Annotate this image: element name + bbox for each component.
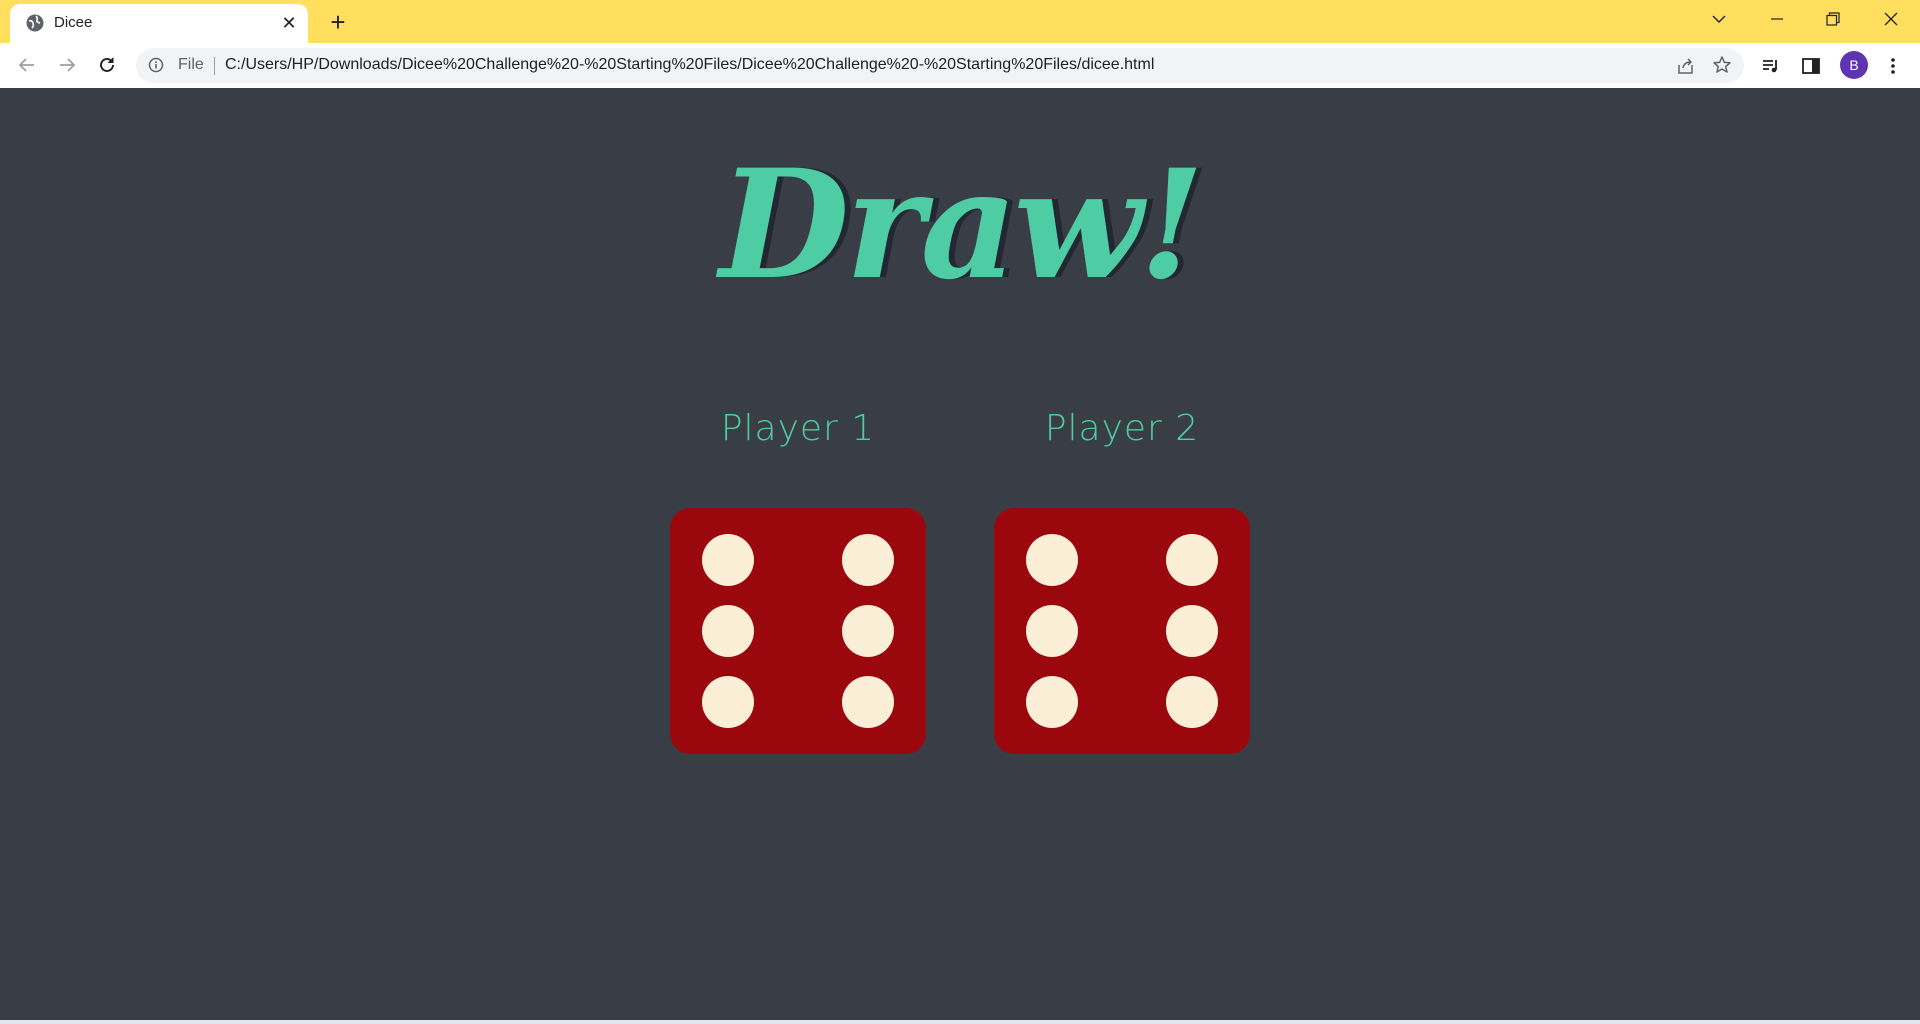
page-viewport: Draw! Player 1 Player 2	[0, 88, 1920, 1020]
die-pip	[1166, 676, 1218, 728]
browser-toolbar: File C:/Users/HP/Downloads/Dicee%20Chall…	[0, 43, 1920, 88]
player-1-die	[670, 508, 926, 754]
tab-title: Dicee	[54, 14, 93, 31]
window-bottom-edge	[0, 1020, 1920, 1024]
result-heading: Draw!	[719, 137, 1204, 313]
back-arrow-icon	[18, 58, 34, 72]
url-text[interactable]: C:/Users/HP/Downloads/Dicee%20Challenge%…	[225, 56, 1154, 74]
restore-button[interactable]	[1810, 0, 1856, 38]
die-pip	[1026, 534, 1078, 586]
globe-icon	[26, 14, 44, 32]
die-pip	[1166, 534, 1218, 586]
die-pip	[842, 676, 894, 728]
kebab-menu-icon[interactable]	[1882, 55, 1904, 77]
new-tab-button[interactable]: +	[324, 8, 352, 36]
forward-arrow-icon	[60, 58, 76, 72]
address-bar[interactable]: File C:/Users/HP/Downloads/Dicee%20Chall…	[136, 48, 1744, 83]
address-separator	[214, 57, 215, 75]
die-pip	[842, 534, 894, 586]
reload-icon	[100, 57, 114, 72]
die-pip	[1166, 605, 1218, 657]
minimize-button[interactable]	[1754, 0, 1800, 38]
share-icon[interactable]	[1676, 56, 1696, 76]
close-window-button[interactable]	[1868, 0, 1914, 38]
back-button[interactable]	[11, 49, 43, 81]
info-icon[interactable]	[148, 57, 164, 73]
die-pip	[702, 676, 754, 728]
die-pip	[842, 605, 894, 657]
die-pip	[1026, 676, 1078, 728]
scheme-label: File	[178, 56, 204, 73]
profile-avatar[interactable]: B	[1840, 51, 1868, 79]
die-pip	[1026, 605, 1078, 657]
die-pip	[702, 605, 754, 657]
tab-close-icon[interactable]: ✕	[278, 12, 300, 34]
forward-button[interactable]	[51, 49, 83, 81]
player-2-label: Player 2	[1044, 408, 1200, 449]
player-1-label: Player 1	[720, 408, 876, 449]
browser-tab-strip: Dicee ✕ +	[0, 0, 1920, 43]
media-queue-icon[interactable]	[1760, 55, 1782, 77]
reload-button[interactable]	[91, 49, 123, 81]
side-panel-icon[interactable]	[1800, 55, 1822, 77]
tab-search-chevron-icon[interactable]	[1696, 0, 1742, 38]
die-pip	[702, 534, 754, 586]
browser-tab[interactable]: Dicee ✕	[10, 4, 308, 43]
bookmark-star-icon[interactable]	[1712, 55, 1732, 75]
player-2-die	[994, 508, 1250, 754]
